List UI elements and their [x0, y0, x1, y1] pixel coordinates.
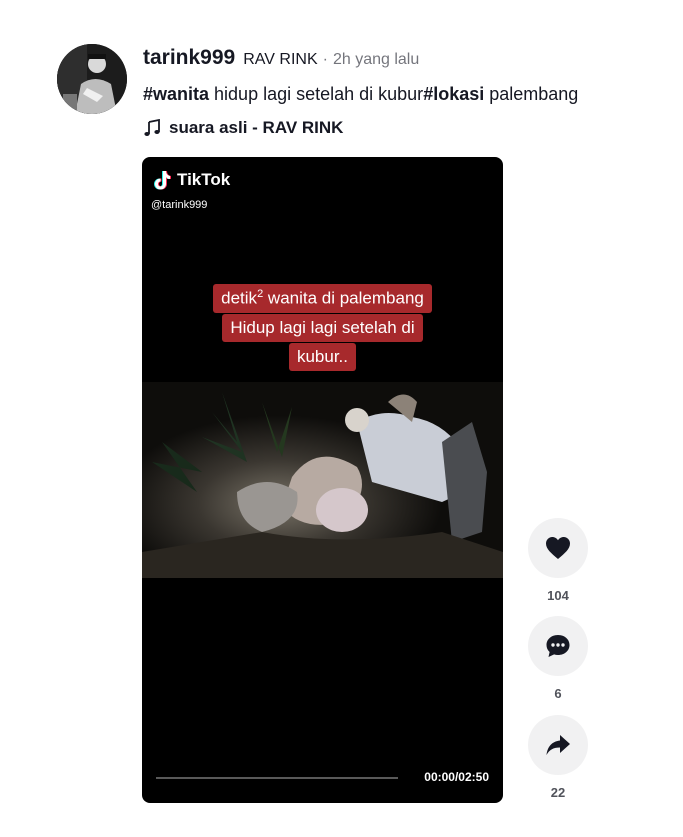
caption-text: hidup lagi setelah di kubur — [209, 84, 424, 104]
hashtag-wanita[interactable]: #wanita — [143, 84, 209, 104]
like-count: 104 — [547, 588, 569, 603]
overlay-line-3: kubur.. — [142, 343, 503, 371]
video-player[interactable]: TikTok @tarink999 detik2 wanita di palem… — [142, 157, 503, 803]
avatar[interactable] — [57, 44, 127, 114]
music-title: suara asli - RAV RINK — [169, 118, 344, 137]
heart-icon — [546, 537, 570, 559]
avatar-image — [57, 44, 127, 114]
tiktok-watermark: TikTok — [152, 169, 230, 191]
comment-button[interactable] — [528, 616, 588, 676]
separator: · — [322, 51, 328, 68]
share-button[interactable] — [528, 715, 588, 775]
like-button[interactable] — [528, 518, 588, 578]
share-icon — [546, 735, 570, 755]
caption: #wanita hidup lagi setelah di kubur#loka… — [143, 84, 578, 105]
author-nickname[interactable]: RAV RINK — [243, 51, 317, 69]
music-note-icon — [144, 119, 160, 136]
comment-action: 6 — [528, 616, 588, 701]
caption-text-end: palembang — [484, 84, 579, 104]
watermark-text: TikTok — [177, 170, 231, 189]
overlay-text-prefix: detik — [221, 288, 258, 308]
comment-count: 6 — [554, 686, 562, 701]
overlay-text-suffix: wanita di palembang — [263, 288, 424, 308]
watermark-handle: @tarink999 — [151, 199, 208, 211]
video-time: 00:00/02:50 — [424, 770, 489, 784]
share-count: 22 — [550, 785, 566, 800]
hashtag-lokasi[interactable]: #lokasi — [423, 84, 484, 104]
tiktok-logo-icon — [154, 171, 171, 190]
overlay-text-2: Hidup lagi lagi setelah di — [222, 314, 423, 342]
share-action: 22 — [528, 715, 588, 800]
like-action: 104 — [528, 518, 588, 603]
music-link[interactable]: suara asli - RAV RINK — [143, 118, 343, 138]
progress-bar[interactable] — [156, 777, 398, 779]
comment-icon — [546, 635, 570, 657]
video-frame-scene — [142, 382, 503, 578]
overlay-line-1: detik2 wanita di palembang — [142, 284, 503, 313]
post-time: 2h yang lalu — [332, 51, 420, 68]
overlay-text-3: kubur.. — [288, 343, 357, 371]
author-username[interactable]: tarink999 — [143, 46, 235, 70]
overlay-line-2: Hidup lagi lagi setelah di — [142, 314, 503, 342]
author-line: tarink999 RAV RINK · 2h yang lalu — [143, 46, 419, 70]
